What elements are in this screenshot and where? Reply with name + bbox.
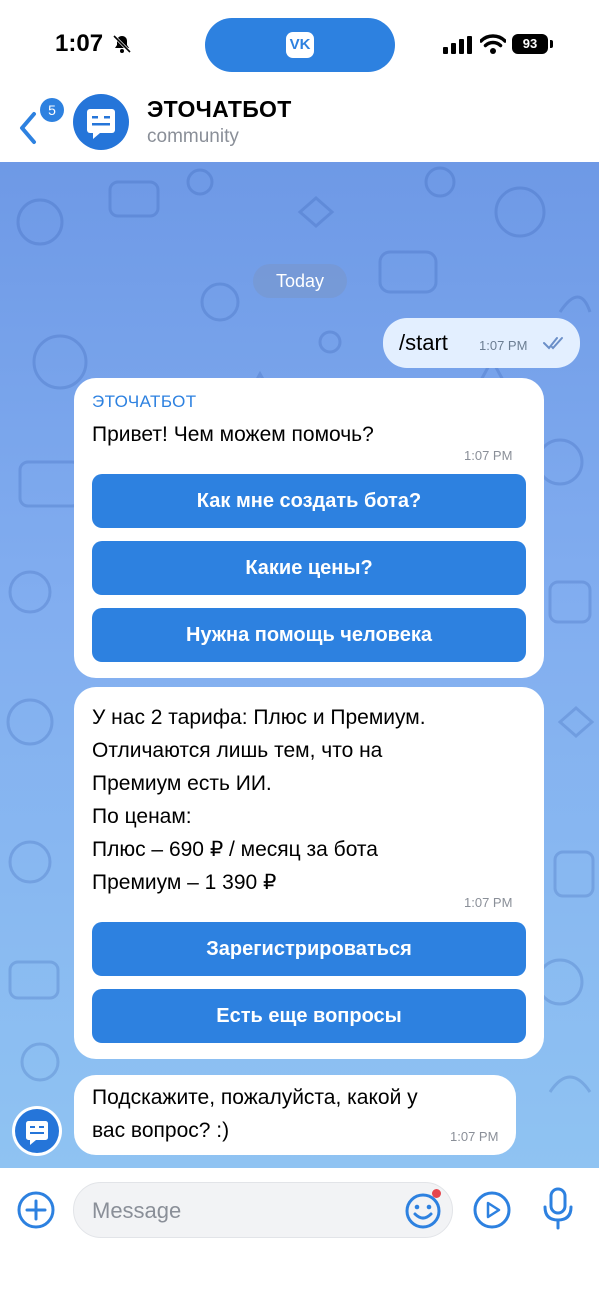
outgoing-message[interactable]: /start 1:07 PM: [383, 318, 580, 368]
message-input-placeholder: Message: [92, 1198, 182, 1223]
bot-icon: [26, 1121, 48, 1145]
unread-badge: 5: [40, 98, 64, 122]
message-text: /start: [399, 330, 448, 355]
notification-dot: [432, 1189, 441, 1198]
chat-subtitle: community: [147, 126, 239, 147]
message-time: 1:07 PM: [464, 448, 513, 463]
keyboard-button-create-bot[interactable]: Как мне создать бота?: [92, 474, 526, 528]
battery-indicator: 93: [512, 34, 548, 54]
message-text: По ценам:: [92, 805, 192, 828]
plus-circle-icon: [17, 1191, 55, 1229]
back-button[interactable]: 5: [14, 98, 64, 144]
message-text: У нас 2 тарифа: Плюс и Премиум.: [92, 706, 426, 729]
battery-tip: [550, 40, 553, 48]
message-text: Отличаются лишь тем, что на: [92, 739, 383, 762]
keyboard-button-register[interactable]: Зарегистрироваться: [92, 922, 526, 976]
message-input[interactable]: Message: [73, 1182, 453, 1238]
voice-message-button[interactable]: [540, 1186, 576, 1232]
double-check-icon: [543, 337, 563, 350]
date-separator: Today: [253, 264, 347, 298]
incoming-message[interactable]: ЭТОЧАТБОТ Привет! Чем можем помочь? 1:07…: [74, 378, 544, 678]
incoming-message[interactable]: Подскажите, пожалуйста, какой у вас вопр…: [74, 1075, 516, 1155]
keyboard-button-human-help[interactable]: Нужна помощь человека: [92, 608, 526, 662]
message-composer: Message: [0, 1168, 599, 1300]
play-circle-icon: [473, 1191, 511, 1229]
bell-slash-icon: [112, 34, 132, 54]
chat-area[interactable]: Today /start 1:07 PM ЭТОЧАТБОТ Привет! Ч…: [0, 162, 599, 1168]
cellular-signal-icon: [443, 36, 472, 54]
sender-name[interactable]: ЭТОЧАТБОТ: [92, 392, 197, 412]
message-text: Премиум есть ИИ.: [92, 772, 272, 795]
chat-header: 5 ЭТОЧАТБОТ community: [0, 90, 599, 162]
vk-logo: VK: [286, 32, 314, 58]
incoming-message[interactable]: У нас 2 тарифа: Плюс и Премиум. Отличают…: [74, 687, 544, 1059]
chat-title[interactable]: ЭТОЧАТБОТ: [147, 96, 292, 123]
bot-icon: [87, 109, 115, 139]
message-time: 1:07 PM: [479, 338, 528, 353]
message-text: Привет! Чем можем помочь?: [92, 423, 374, 446]
message-text: вас вопрос? :): [92, 1119, 230, 1142]
message-text: Плюс – 690 ₽ / месяц за бота: [92, 838, 378, 861]
wifi-icon: [480, 34, 506, 54]
chat-avatar[interactable]: [73, 94, 129, 150]
message-text: Подскажите, пожалуйста, какой у: [92, 1086, 418, 1109]
microphone-icon: [543, 1187, 573, 1230]
status-time: 1:07: [55, 30, 104, 57]
status-bar: 1:07 VK 93: [0, 0, 599, 90]
message-time: 1:07 PM: [450, 1129, 499, 1144]
keyboard-button-more-questions[interactable]: Есть еще вопросы: [92, 989, 526, 1043]
clips-button[interactable]: [472, 1190, 512, 1230]
sender-avatar-inner: [15, 1109, 59, 1153]
attach-button[interactable]: [16, 1190, 56, 1230]
keyboard-button-prices[interactable]: Какие цены?: [92, 541, 526, 595]
message-time: 1:07 PM: [464, 895, 513, 910]
sender-avatar[interactable]: [12, 1106, 62, 1156]
message-text: Премиум – 1 390 ₽: [92, 871, 277, 894]
